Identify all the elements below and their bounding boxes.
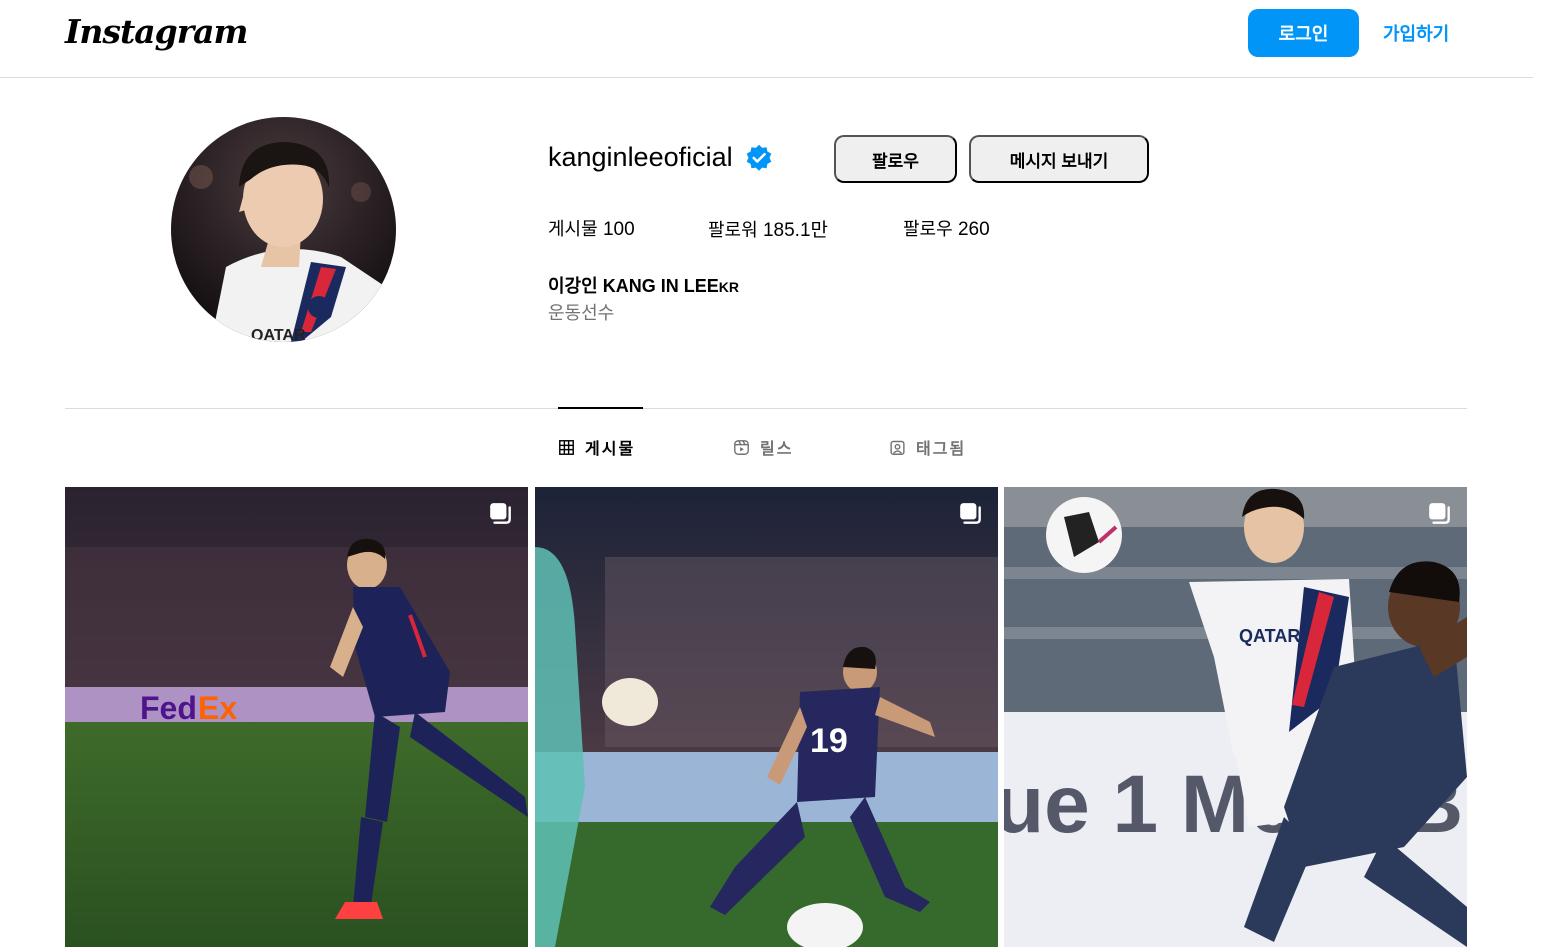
profile-category: 운동선수 xyxy=(548,303,615,324)
following-count[interactable]: 팔로우 260 xyxy=(903,215,990,241)
tab-posts-label: 게시물 xyxy=(585,439,636,458)
post-image: Fed Ex xyxy=(65,487,528,947)
tab-reels-label: 릴스 xyxy=(760,439,794,458)
tab-reels[interactable]: 릴스 xyxy=(733,434,793,460)
signup-link[interactable]: 가입하기 xyxy=(1383,9,1449,57)
multi-post-icon xyxy=(1429,503,1450,524)
message-button[interactable]: 메시지 보내기 xyxy=(969,135,1149,183)
profile-username-row: kanginleeoficial xyxy=(548,142,773,173)
tabs-divider xyxy=(65,408,1467,409)
followers-count-value: 185.1만 xyxy=(762,220,828,241)
profile-name-english: KANG IN LEE xyxy=(602,276,719,296)
svg-text:QATAR: QATAR xyxy=(1239,626,1300,646)
post-image: ue 1 Mc Bl QATAR xyxy=(1004,487,1467,947)
posts-count-value: 100 xyxy=(602,219,635,240)
profile-avatar[interactable]: QATAR xyxy=(171,117,396,342)
tab-tagged-label: 태그됨 xyxy=(916,439,967,458)
tab-tagged[interactable]: 태그됨 xyxy=(889,434,966,460)
multi-post-icon xyxy=(960,503,981,524)
profile-username: kanginleeoficial xyxy=(548,142,733,172)
followers-count[interactable]: 팔로워 185.1만 xyxy=(708,215,828,242)
post-thumbnail[interactable]: Fed Ex xyxy=(65,487,528,947)
profile-flag: KR xyxy=(718,279,739,295)
tab-posts[interactable]: 게시물 xyxy=(558,434,635,460)
followers-count-label: 팔로워 xyxy=(708,220,758,241)
multi-post-icon xyxy=(490,503,511,524)
login-button[interactable]: 로그인 xyxy=(1248,9,1359,57)
posts-count-label: 게시물 xyxy=(548,219,598,240)
posts-count: 게시물 100 xyxy=(548,215,635,241)
instagram-logo[interactable]: Instagram xyxy=(65,12,248,51)
post-thumbnail[interactable]: 19 xyxy=(535,487,998,947)
post-thumbnail[interactable]: ue 1 Mc Bl QATAR xyxy=(1004,487,1467,947)
svg-text:Ex: Ex xyxy=(198,690,237,726)
following-count-value: 260 xyxy=(957,219,990,240)
verified-badge-icon xyxy=(746,144,771,171)
avatar-image: QATAR xyxy=(171,117,396,342)
profile-full-name: 이강인 KANG IN LEEKR xyxy=(548,272,739,298)
profile-name-korean: 이강인 xyxy=(548,276,598,297)
follow-button[interactable]: 팔로우 xyxy=(834,135,957,183)
tagged-icon xyxy=(890,440,905,455)
svg-text:QATAR: QATAR xyxy=(251,327,306,342)
following-count-label: 팔로우 xyxy=(903,219,953,240)
active-tab-indicator xyxy=(558,407,643,409)
top-navigation-bar: Instagram 로그인 가입하기 xyxy=(0,0,1533,78)
post-image: 19 xyxy=(535,487,998,947)
grid-icon xyxy=(559,439,574,455)
svg-text:Fed: Fed xyxy=(140,690,197,726)
svg-text:19: 19 xyxy=(810,722,848,760)
reels-icon xyxy=(734,439,749,455)
